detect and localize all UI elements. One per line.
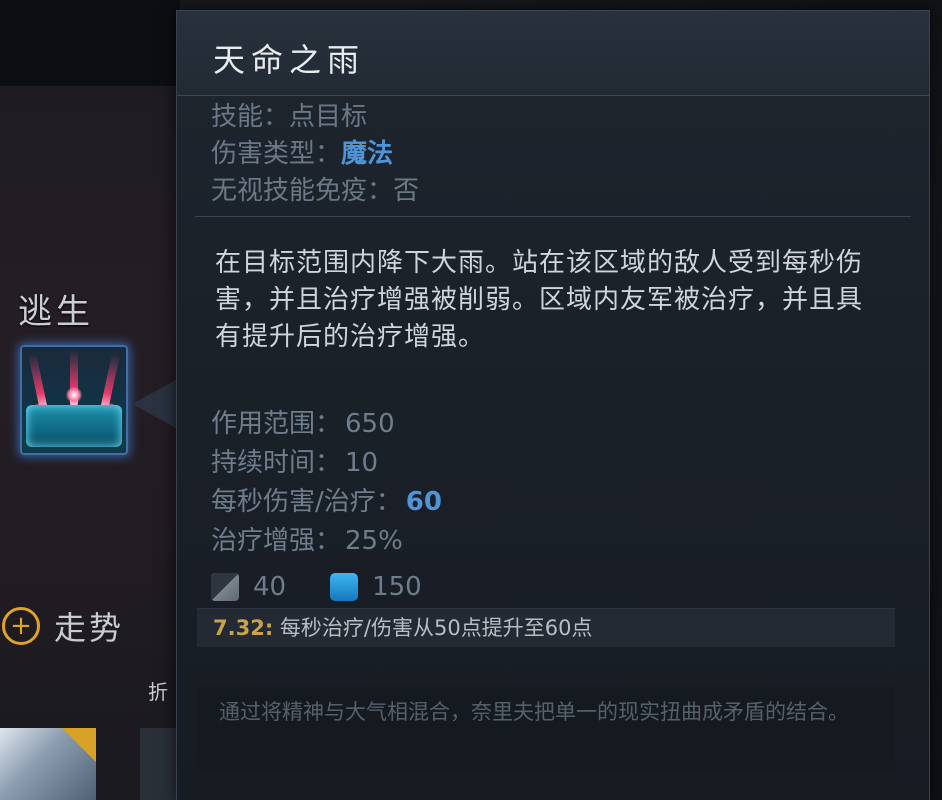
ability-behavior-value: 点目标 (289, 102, 368, 132)
rain-pool (26, 405, 122, 447)
ability-tooltip: 天命之雨 技能：点目标 伤害类型：魔法 无视技能免疫：否 在目标范围内降下大雨。… (176, 10, 930, 800)
partial-label: 折 (148, 680, 168, 704)
left-top-strip (0, 0, 180, 86)
section-title-escape: 逃生 (18, 292, 94, 332)
left-bottom-bar (140, 728, 180, 800)
rain-drop (66, 387, 82, 403)
ability-icon-fates-rain[interactable] (20, 345, 128, 455)
tooltip-pointer-arrow (132, 380, 176, 428)
trend-label: 走势 (54, 609, 125, 647)
stat-label: 作用范围： (211, 409, 342, 439)
ability-info-block: 技能：点目标 伤害类型：魔法 无视技能免疫：否 (211, 99, 419, 210)
stat-value: 650 (345, 409, 395, 439)
plus-circle-icon: + (2, 607, 40, 645)
hero-thumbnail-corner-badge (62, 728, 96, 762)
patch-note-text: 每秒治疗/伤害从50点提升至60点 (279, 616, 593, 640)
pierce-immunity-value: 否 (393, 176, 420, 206)
stat-heal-amp: 治疗增强： 25% (211, 522, 442, 561)
patch-note: 7.32: 每秒治疗/伤害从50点提升至60点 (213, 613, 592, 643)
stat-value: 10 (345, 448, 379, 478)
ability-behavior-line: 技能：点目标 (211, 99, 419, 136)
cooldown-icon (211, 573, 239, 601)
patch-version: 7.32: (213, 616, 274, 640)
tooltip-header: 天命之雨 (177, 11, 929, 96)
stat-duration: 持续时间： 10 (211, 444, 442, 483)
pierce-immunity-line: 无视技能免疫：否 (211, 173, 419, 210)
ability-stats: 作用范围： 650 持续时间： 10 每秒伤害/治疗： 60 治疗增强： 25% (211, 405, 442, 561)
ability-name: 天命之雨 (213, 41, 366, 79)
ability-description: 在目标范围内降下大雨。站在该区域的敌人受到每秒伤害，并且治疗增强被削弱。区域内友… (215, 248, 864, 352)
ability-behavior-label: 技能： (211, 102, 290, 132)
damage-type-label: 伤害类型： (211, 139, 342, 169)
stat-radius: 作用范围： 650 (211, 405, 442, 444)
mana-icon (330, 573, 359, 601)
game-screen: 逃生 + 走势 折 天命之雨 技能：点目标 伤害类型：魔法 无视技能免疫：否 在… (0, 0, 942, 800)
pierce-immunity-label: 无视技能免疫： (211, 176, 394, 206)
stat-label: 持续时间： (211, 448, 342, 478)
damage-type-line: 伤害类型：魔法 (211, 136, 419, 173)
stat-label: 每秒伤害/治疗： (211, 487, 402, 517)
divider (195, 216, 911, 217)
patch-note-bar: 7.32: 每秒治疗/伤害从50点提升至60点 (197, 608, 895, 647)
lore-text: 通过将精神与大气相混合，奈里夫把单一的现实扭曲成矛盾的结合。 (219, 700, 849, 724)
cost-row: 40 150 (211, 567, 422, 607)
stat-damage-heal-per-second: 每秒伤害/治疗： 60 (211, 483, 442, 522)
hero-thumbnail[interactable] (0, 728, 96, 800)
damage-type-value: 魔法 (341, 139, 394, 169)
cooldown-value: 40 (253, 572, 287, 602)
stat-value: 60 (405, 487, 442, 517)
stat-label: 治疗增强： (211, 526, 342, 556)
trend-row[interactable]: + 走势 (0, 604, 124, 648)
stat-value: 25% (345, 526, 403, 556)
mana-cost-value: 150 (372, 572, 422, 602)
lore-box: 通过将精神与大气相混合，奈里夫把单一的现实扭曲成矛盾的结合。 (197, 687, 895, 771)
